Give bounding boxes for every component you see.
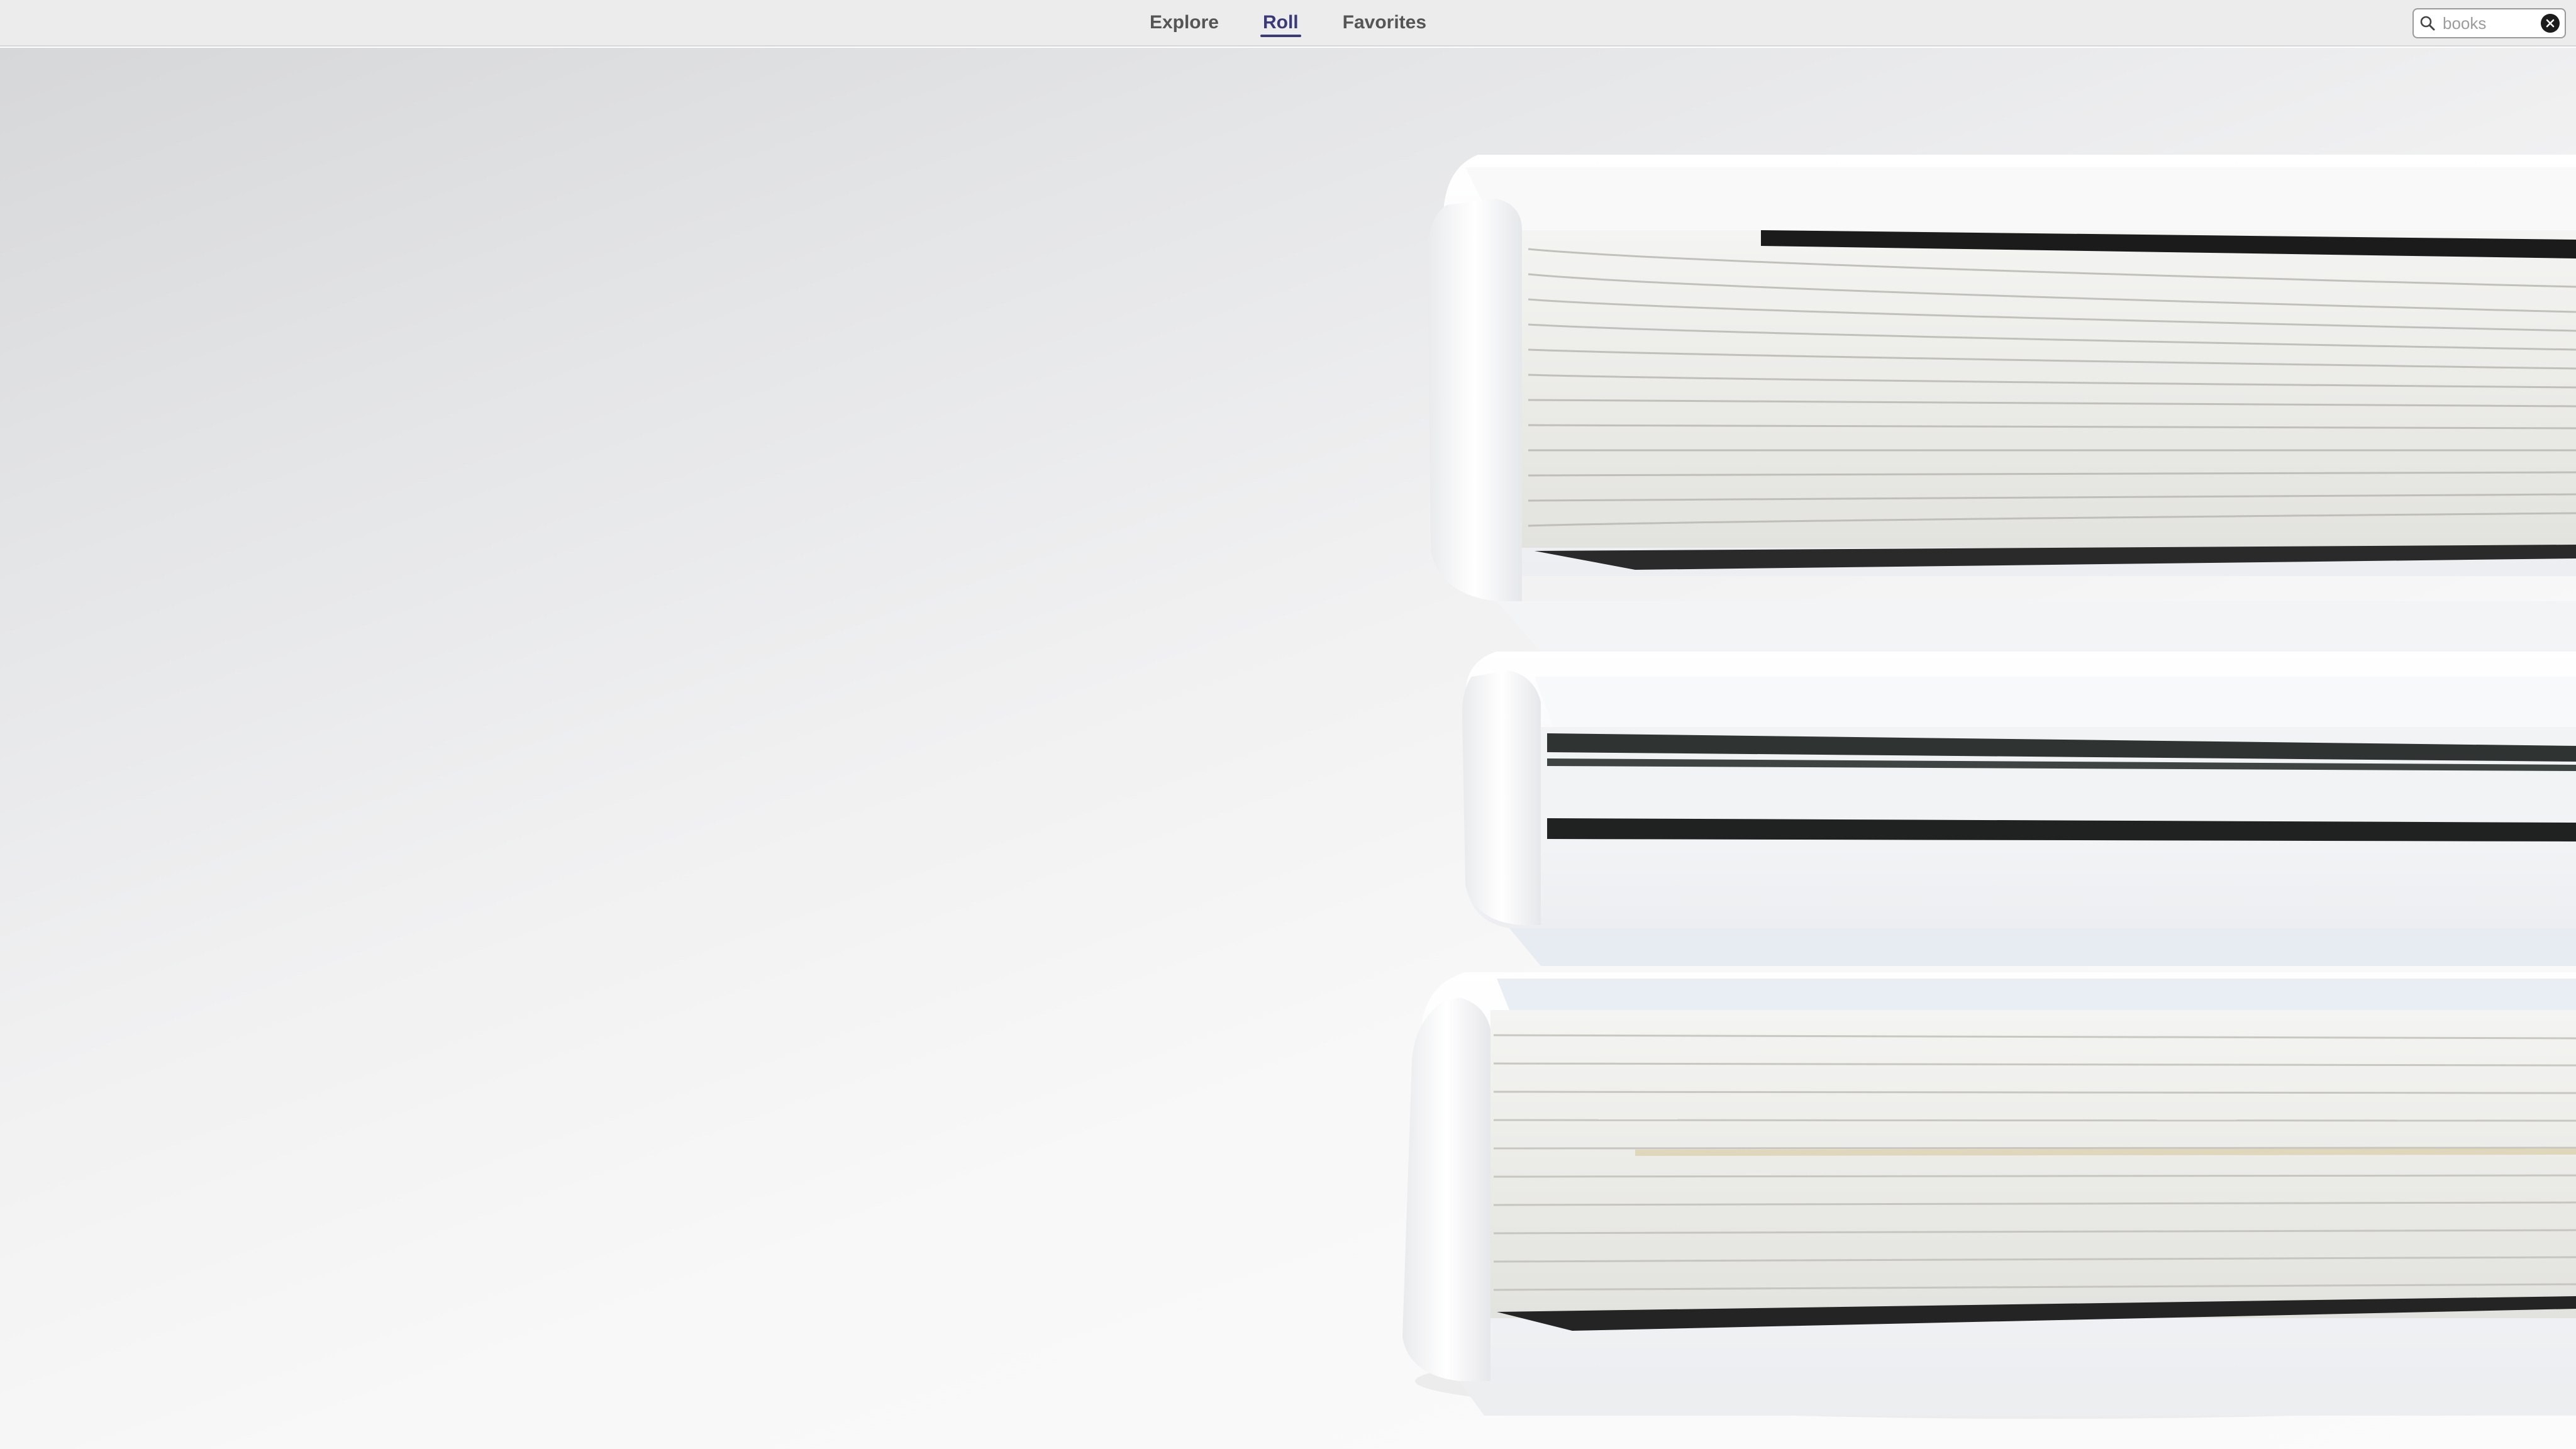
tab-explore[interactable]: Explore xyxy=(1147,0,1221,46)
clear-icon xyxy=(2546,19,2555,28)
search-box[interactable] xyxy=(2412,8,2566,38)
clear-search-button[interactable] xyxy=(2541,14,2560,33)
nav-tabs: Explore Roll Favorites xyxy=(1147,0,1429,46)
tab-roll[interactable]: Roll xyxy=(1260,0,1301,46)
search-icon xyxy=(2420,16,2435,31)
book-stack-illustration xyxy=(1402,155,2576,1419)
search-input[interactable] xyxy=(2436,13,2541,33)
top-nav-bar: Explore Roll Favorites xyxy=(0,0,2576,47)
book-stack-photo xyxy=(0,48,2576,1449)
tab-favorites[interactable]: Favorites xyxy=(1340,0,1429,46)
